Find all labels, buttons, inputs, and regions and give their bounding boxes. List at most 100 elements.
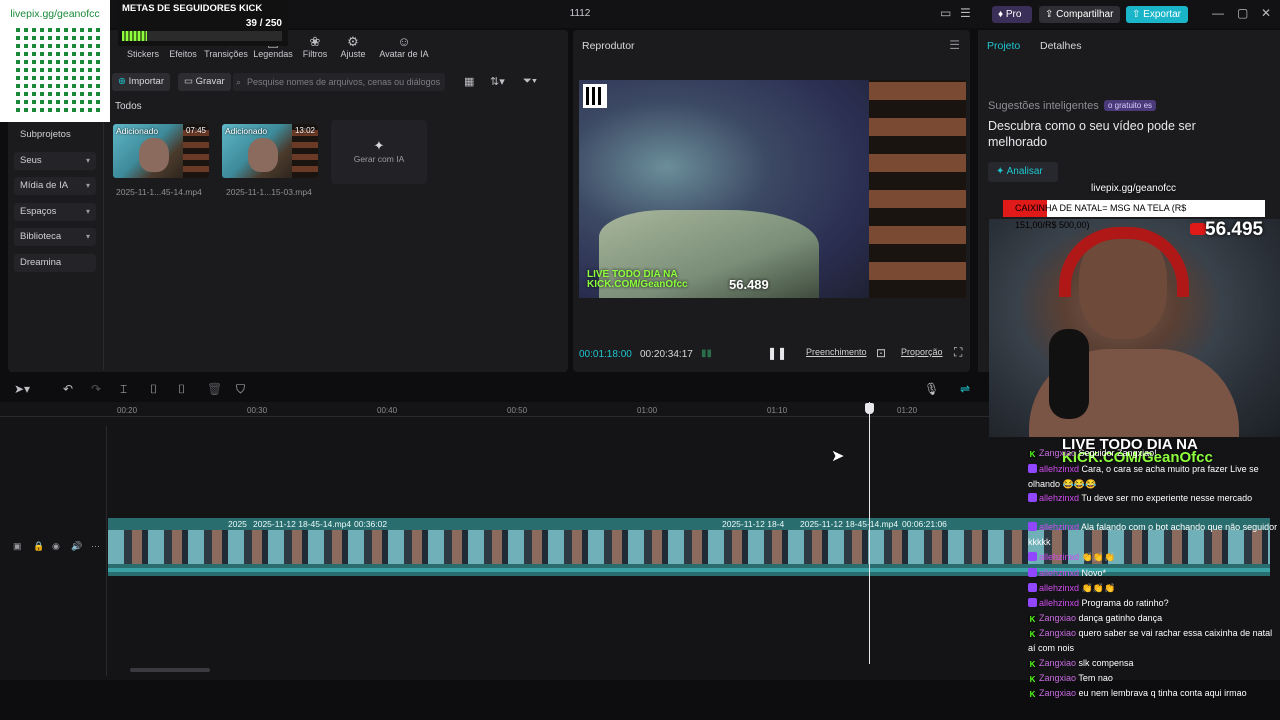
sidebar-item-ai-media[interactable]: Mídia de IA ▾ [14,177,96,195]
sidebar-item-subprojects[interactable]: Subprojetos [14,126,96,144]
tab-label: Transições [204,49,248,59]
cam-viewer-count: 56.495 [1205,219,1264,240]
chat-username: allehzinxd [1039,598,1080,608]
sidebar-item-yours[interactable]: Seus ▾ [14,152,96,170]
track-cover-icon[interactable]: ▣ [13,541,22,552]
kick-icon: K [1028,690,1037,699]
export-button[interactable]: ⇧ Exportar [1126,6,1188,23]
record-button[interactable]: ▭ Gravar [178,73,231,91]
tab-details[interactable]: Detalhes [1040,40,1081,52]
undo-icon[interactable]: ↶ [63,382,73,396]
chat-text: dança gatinho dança [1076,613,1163,623]
chat-username: Zangxiao [1039,658,1077,668]
clip-label: 00:36:02 [354,519,388,529]
twitch-icon [1028,552,1037,561]
trim-right-icon[interactable]: ⌷ [178,382,185,397]
pro-label: Pro [1005,9,1022,20]
thumb-face [248,138,278,172]
import-button[interactable]: ⊕ Importar [112,73,170,91]
added-tag: Adicionado [225,126,268,136]
current-time: 00:01:18:00 [579,349,632,360]
sidebar-item-label: Espaços [20,206,57,217]
twitch-icon [1028,464,1037,473]
chat-username: allehzinxd [1039,552,1080,562]
menu-icon[interactable]: ☰ [949,38,960,52]
sidebar-item-library[interactable]: Biblioteca ▾ [14,228,96,246]
playhead-handle[interactable] [865,403,874,414]
chevron-down-icon: ▾ [85,232,90,241]
follower-goal: METAS DE SEGUIDORES KICK 39 / 250 [118,0,288,46]
media-thumbnail[interactable]: Adicionado 07:45 [113,124,209,178]
record-label: Gravar [195,76,225,87]
fullscreen-icon[interactable]: ⛶ [954,345,962,360]
search-icon: ⌕ [236,77,242,87]
ruler-tick: 00:50 [507,406,528,415]
chat-username: Zangxiao [1039,673,1077,683]
chat-username: allehzinxd [1039,568,1080,578]
tab-project[interactable]: Projeto [987,40,1020,52]
chat-username: allehzinxd [1039,464,1080,474]
microphone-icon[interactable]: 🎙 [924,382,939,396]
maximize-icon[interactable]: ▢ [1237,6,1248,20]
speaker-icon[interactable]: 🔊 [71,541,82,552]
search-input[interactable]: ⌕ Pesquise nomes de arquivos, cenas ou di… [233,73,445,91]
grid-view-icon[interactable]: ▦ [464,75,474,88]
ruler-tick: 01:10 [767,406,788,415]
pro-button[interactable]: ♦ Pro [992,6,1032,23]
export-label: Exportar [1143,9,1181,20]
generate-ai-button[interactable]: ✦ Gerar com IA [331,120,427,184]
shield-icon[interactable]: ⛉ [236,382,245,397]
screenshot-icon[interactable]: ⊡ [876,346,886,360]
cam-url: livepix.gg/geanofcc [1091,183,1177,194]
redo-icon[interactable]: ↷ [91,382,101,396]
filter-icon[interactable]: ⏷▾ [523,75,537,88]
search-placeholder: Pesquise nomes de arquivos, cenas ou diá… [247,77,441,87]
generate-label: Gerar com IA [353,154,405,164]
plus-icon: ⊕ [118,76,126,87]
close-icon[interactable]: ✕ [1261,6,1271,20]
webcam-feed [989,219,1280,437]
more-icon[interactable]: ⋯ [91,541,100,552]
sparkle-icon: ✦ [996,166,1005,177]
delete-icon[interactable]: 🗑 [207,382,222,396]
kick-icon: K [1028,630,1037,639]
ruler-tick: 00:30 [247,406,268,415]
link-icon[interactable]: ⇌ [960,382,970,396]
trim-left-icon[interactable]: ⌷ [150,382,157,397]
horizontal-scrollbar[interactable] [130,668,210,672]
playhead[interactable] [869,402,870,664]
tab-adjust[interactable]: ⚙ Ajuste [330,34,376,59]
minimize-icon[interactable]: — [1212,6,1224,20]
pointer-icon[interactable]: ➤▾ [14,382,30,396]
chat-text: Seguidor Zangxiao! [1076,448,1157,458]
ratio-button[interactable]: Proporção [901,347,943,357]
layout-icon[interactable]: ▭ [940,6,951,20]
share-button[interactable]: ⇪ Compartilhar [1039,6,1120,23]
chat-message: allehzinxd 👏👏👏 [1028,581,1280,596]
chat-message: K Zangxiao Seguidor Zangxiao! [1028,446,1280,461]
tab-ai-avatar[interactable]: ☺ Avatar de IA [374,34,434,59]
pause-button[interactable]: ❚❚ [767,346,787,360]
video-preview[interactable]: LIVE TODO DIA NA KICK.COM/GeanOfcc 56.48… [579,80,966,298]
sidebar-item-dreamina[interactable]: Dreamina [14,254,96,272]
donation-banner: CAIXINHA DE NATAL= MSG NA TELA (R$ 151,0… [1003,200,1265,230]
sidebar-item-spaces[interactable]: Espaços ▾ [14,203,96,221]
kick-icon: K [1028,450,1037,459]
chevron-down-icon: ▾ [85,181,90,190]
chat-username: allehzinxd [1039,522,1080,532]
goal-count: 39 / 250 [245,18,282,29]
menu-icon[interactable]: ☰ [960,6,971,20]
eye-icon[interactable]: ◉ [52,541,60,552]
chat-message: allehzinxd Cara, o cara se acha muito pr… [1028,462,1280,491]
sort-icon[interactable]: ⇅▾ [490,75,505,88]
mouse-cursor-icon: ➤ [831,448,845,465]
chat-text: Tu deve ser mo experiente nesse mercado [1079,493,1253,503]
split-icon[interactable]: ⌶ [120,382,127,397]
media-thumbnail[interactable]: Adicionado 13:02 [222,124,318,178]
tab-label: Efeitos [169,49,197,59]
chat-message: K Zangxiao slk compensa [1028,656,1280,671]
fill-button[interactable]: Preenchimento [806,347,867,357]
lock-icon[interactable]: 🔒 [33,541,44,552]
analyze-button[interactable]: ✦ Analisar [988,162,1058,182]
tab-label: Stickers [126,49,159,59]
